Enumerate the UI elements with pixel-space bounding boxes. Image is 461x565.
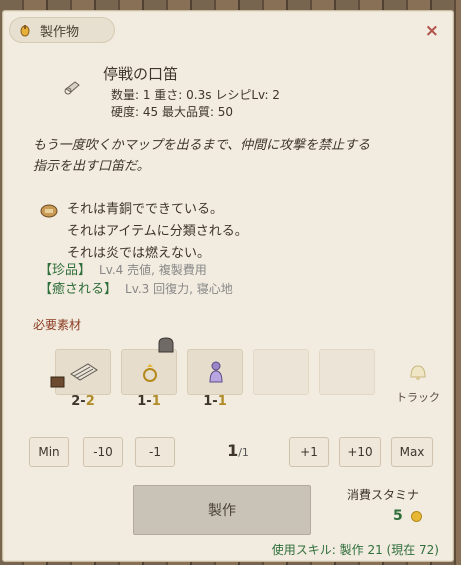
quantity-total: /1 [238, 446, 249, 459]
material-slot[interactable]: 1-1 [121, 337, 177, 409]
trait-desc: Lv.3 回復力, 寝心地 [125, 282, 233, 296]
stamina-coin-icon [410, 510, 422, 522]
close-button[interactable]: × [425, 21, 439, 41]
material-slot[interactable]: 1-1 [187, 349, 243, 409]
item-stats-line: 硬度: 45 最大品質: 50 [111, 105, 234, 119]
trait-name: 【癒される】 [39, 282, 118, 297]
figurine-icon [209, 361, 223, 383]
track-label: トラック [396, 391, 440, 404]
material-slot-empty [319, 349, 375, 395]
item-stats: 数量: 1 重さ: 0.3s レシピLv: 2 硬度: 45 最大品質: 50 [111, 87, 280, 121]
scroll-icon [70, 363, 98, 381]
description-line: もう一度吹くかマップを出るまで、仲間に攻撃を禁止する [33, 138, 371, 153]
item-description: もう一度吹くかマップを出るまで、仲間に攻撃を禁止する 指示を出す口笛だ。 [33, 135, 443, 177]
quantity-current: 1 [227, 441, 239, 460]
qty-plus1-button[interactable]: +1 [289, 437, 329, 467]
qty-max-button[interactable]: Max [391, 437, 433, 467]
material-info-icon [39, 201, 59, 221]
item-properties: それは青銅でできている。 それはアイテムに分類される。 それは炎では燃えない。 [67, 199, 248, 265]
bell-icon [410, 365, 426, 380]
material-count: 2-2 [71, 394, 95, 409]
property-line: それは青銅でできている。 [67, 202, 224, 217]
qty-minus1-button[interactable]: -1 [135, 437, 175, 467]
property-line: それはアイテムに分類される。 [67, 224, 248, 239]
stamina-value: 5 [393, 508, 403, 524]
trait-row[interactable]: 【珍品】 Lv.4 売値, 複製費用 [39, 261, 233, 280]
qty-min-button[interactable]: Min [29, 437, 69, 467]
crafting-window: 製作物 × 停戦の口笛 数量: 1 重さ: 0.3s レシピLv: 2 硬度: … [2, 10, 454, 562]
window-title: 製作物 [40, 24, 80, 40]
flame-icon [18, 23, 32, 37]
whistle-icon [63, 77, 83, 97]
material-slot-empty [253, 349, 309, 395]
skill-info: 使用スキル: 製作 21 (現在 72) [271, 543, 439, 557]
material-slot[interactable]: 2-2 [50, 349, 111, 409]
trait-row[interactable]: 【癒される】 Lv.3 回復力, 寝心地 [39, 280, 233, 299]
stamina-cost: 5 [393, 508, 422, 524]
qty-minus10-button[interactable]: -10 [83, 437, 123, 467]
item-name: 停戦の口笛 [103, 65, 179, 83]
window-titlebar: 製作物 [9, 17, 115, 43]
glove-icon [158, 337, 174, 353]
box-icon [50, 376, 65, 388]
item-stats-line: 数量: 1 重さ: 0.3s レシピLv: 2 [111, 88, 280, 102]
track-button[interactable]: トラック [393, 361, 443, 405]
stamina-label: 消費スタミナ [347, 488, 420, 502]
ring-icon [143, 364, 157, 382]
item-traits: 【珍品】 Lv.4 売値, 複製費用 【癒される】 Lv.3 回復力, 寝心地 [39, 261, 233, 299]
material-count: 1-1 [137, 394, 161, 409]
description-line: 指示を出す口笛だ。 [33, 159, 150, 174]
trait-name: 【珍品】 [39, 263, 92, 278]
quantity-display: 1/1 [213, 441, 263, 460]
qty-plus10-button[interactable]: +10 [339, 437, 381, 467]
material-count: 1-1 [203, 394, 227, 409]
craft-button[interactable]: 製作 [133, 485, 311, 535]
materials-label: 必要素材 [33, 318, 82, 332]
trait-desc: Lv.4 売値, 複製費用 [99, 263, 207, 277]
